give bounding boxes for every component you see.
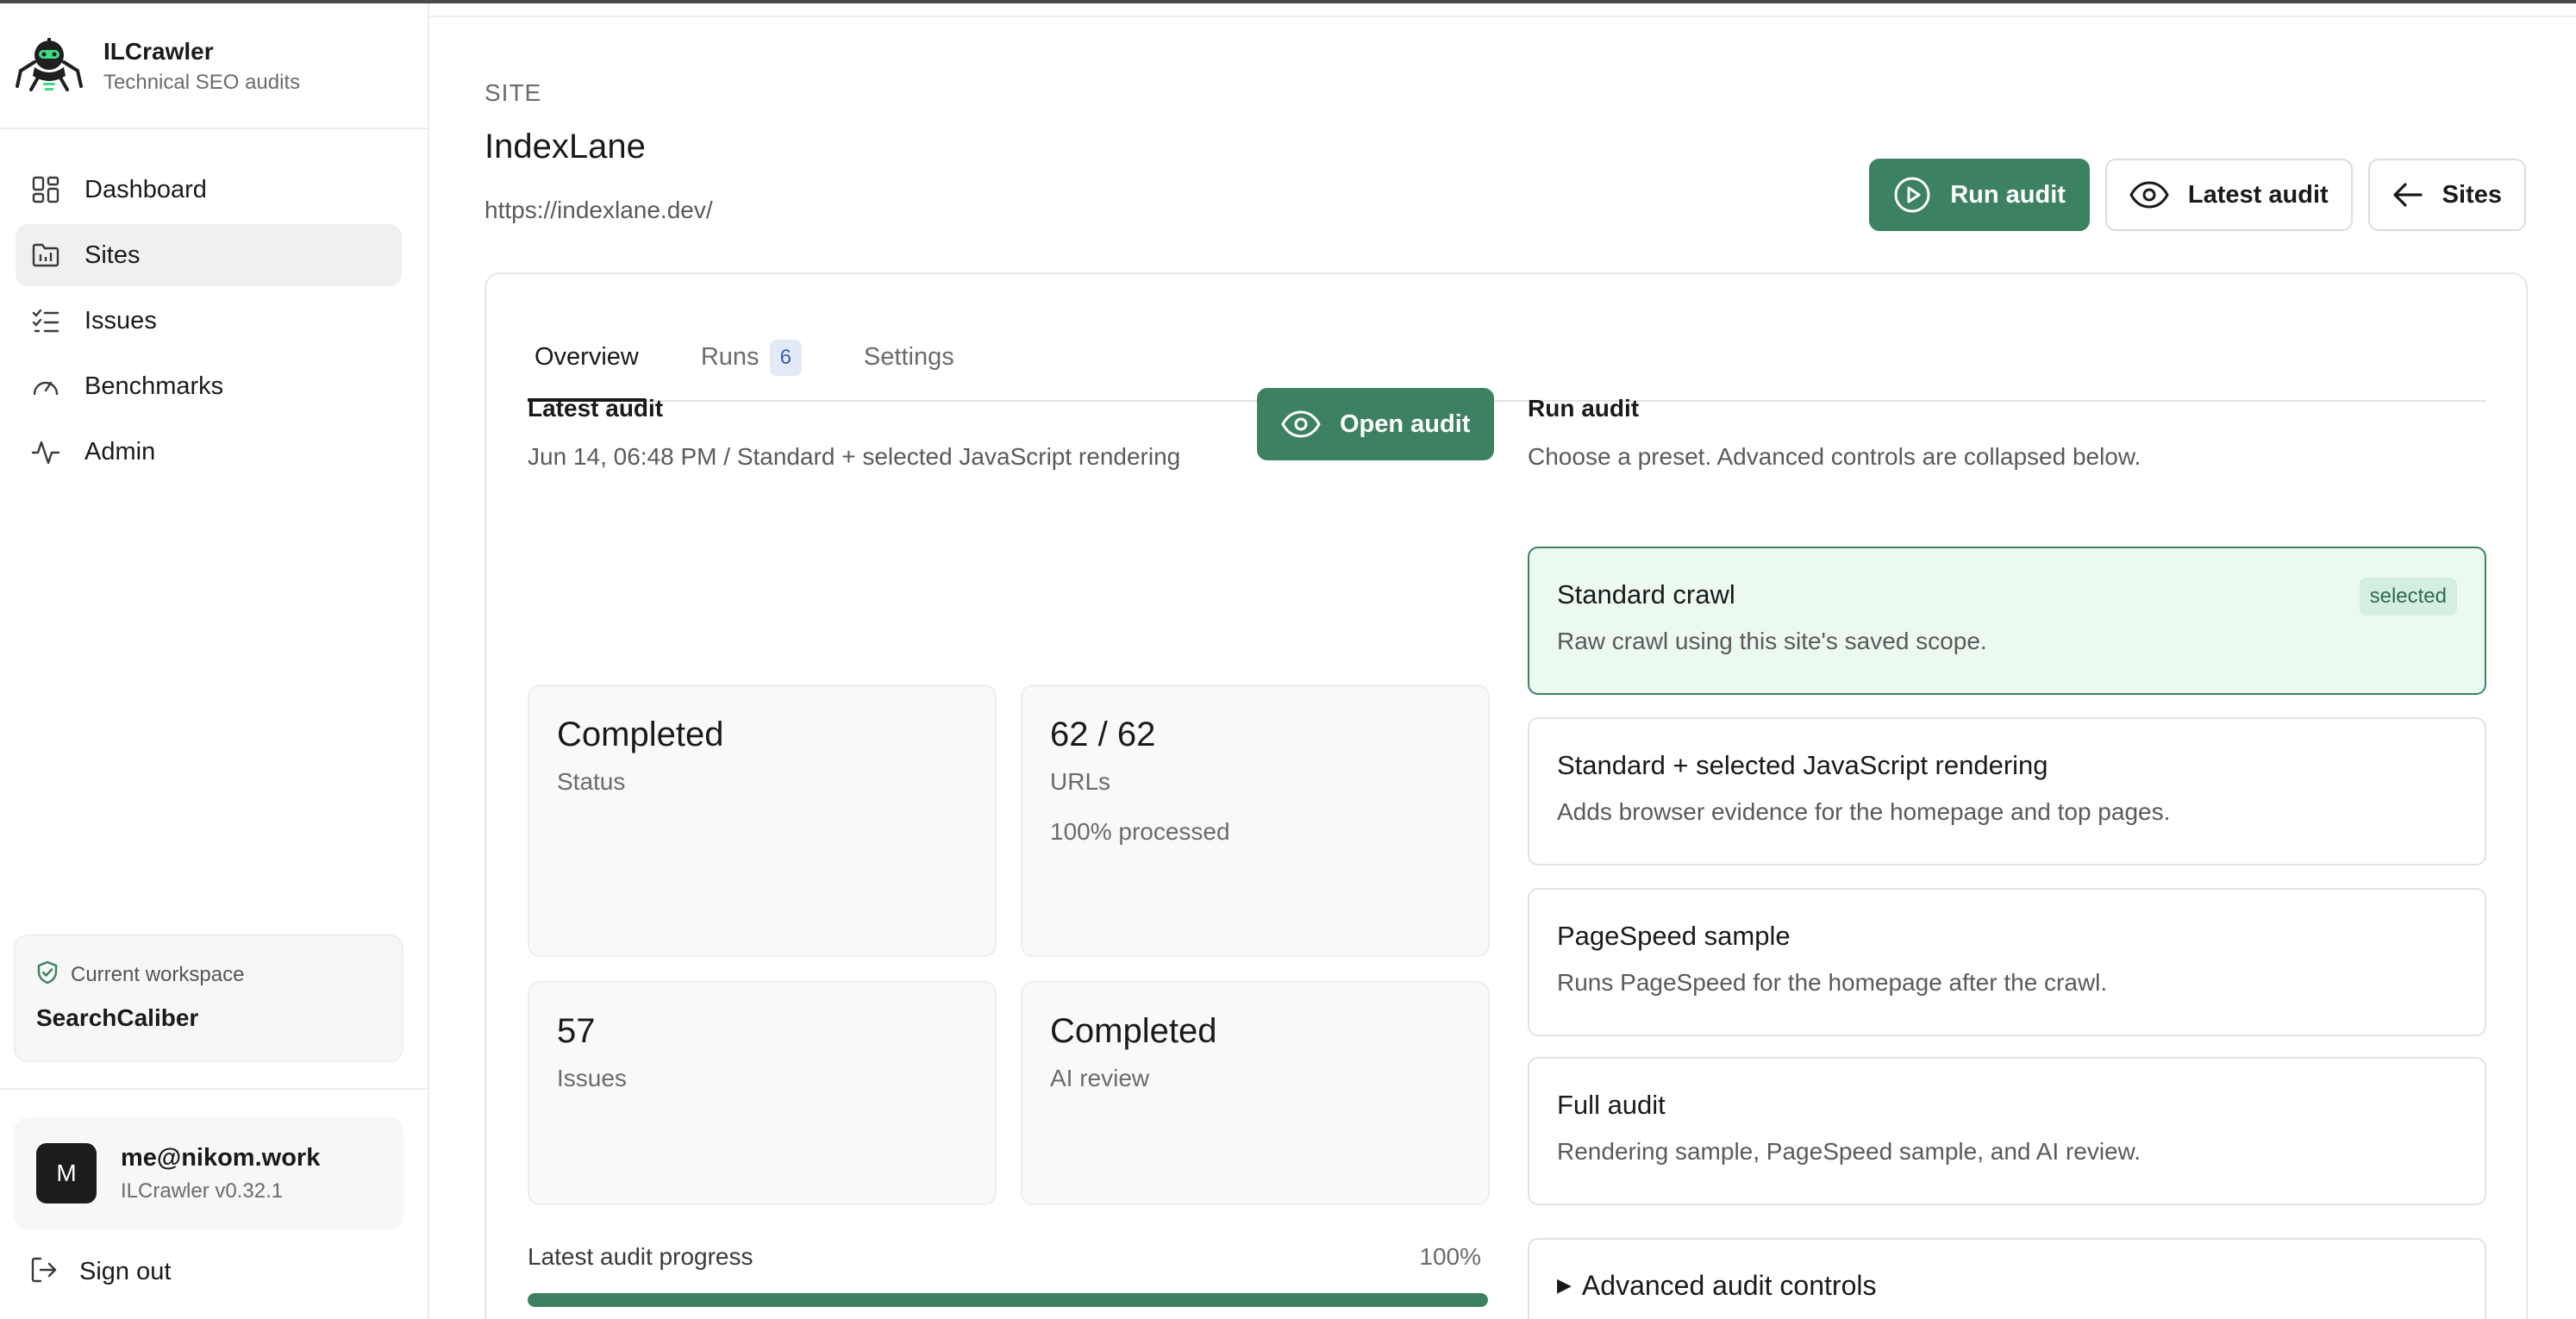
header-actions: Run audit Latest audit Sites [1869, 159, 2526, 231]
workspace-card[interactable]: Current workspace SearchCaliber [14, 935, 403, 1062]
preset-description: Raw crawl using this site's saved scope. [1557, 628, 1987, 654]
workspace-label: Current workspace [71, 962, 245, 986]
tab-label: Settings [863, 343, 954, 371]
tab-runs[interactable]: Runs 6 [694, 326, 809, 402]
tab-bar: Overview Runs 6 Settings [528, 326, 2486, 402]
dashboard-icon [29, 173, 62, 206]
preset-standard-crawl[interactable]: Standard crawl Raw crawl using this site… [1528, 547, 2486, 695]
arrow-left-icon [2392, 181, 2423, 209]
sidebar-divider [0, 1088, 429, 1090]
stat-label: URLs [1050, 768, 1111, 795]
site-panel: Overview Runs 6 Settings Latest audit Ju… [485, 272, 2528, 1319]
advanced-controls-label: Advanced audit controls [1581, 1269, 1877, 1301]
sidebar-item-issues[interactable]: Issues [16, 290, 402, 352]
play-circle-icon [1893, 176, 1931, 214]
app-version: ILCrawler v0.32.1 [121, 1178, 284, 1203]
selected-badge: selected [2359, 578, 2457, 616]
triangle-right-icon: ▶ [1557, 1274, 1572, 1296]
stat-value: 62 / 62 [1050, 716, 1156, 753]
progress-percent: 100% [1419, 1243, 1481, 1270]
progress-fill [528, 1293, 1488, 1307]
stat-subtext: 100% processed [1050, 818, 1230, 845]
sidebar-item-label: Issues [84, 306, 157, 334]
sidebar-nav: Dashboard Sites Issues Benchmarks Admin [16, 159, 402, 486]
preset-description: Adds browser evidence for the homepage a… [1557, 798, 2171, 825]
sidebar-item-label: Benchmarks [84, 372, 224, 400]
run-audit-subtitle: Choose a preset. Advanced controls are c… [1528, 443, 2141, 470]
sidebar-item-sites[interactable]: Sites [16, 224, 402, 286]
back-to-sites-button[interactable]: Sites [2367, 159, 2526, 231]
preset-description: Rendering sample, PageSpeed sample, and … [1557, 1138, 2141, 1165]
sign-out-icon [29, 1255, 59, 1289]
page-title: IndexLane [485, 128, 646, 166]
sidebar: ILCrawler Technical SEO audits Dashboard… [0, 3, 429, 1319]
tab-overview[interactable]: Overview [528, 326, 646, 402]
gauge-icon [29, 370, 62, 403]
preset-description: Runs PageSpeed for the homepage after th… [1557, 969, 2108, 996]
open-audit-label: Open audit [1340, 409, 1471, 438]
sign-out-label: Sign out [79, 1258, 172, 1285]
preset-name: Standard + selected JavaScript rendering [1557, 750, 2048, 780]
stat-card-urls: 62 / 62 URLs 100% processed [1021, 685, 1490, 957]
sidebar-item-dashboard[interactable]: Dashboard [16, 159, 402, 221]
preset-pagespeed-sample[interactable]: PageSpeed sample Runs PageSpeed for the … [1528, 888, 2486, 1036]
stat-value: 57 [557, 1012, 596, 1050]
stat-card-ai-review: Completed AI review [1021, 981, 1490, 1205]
main-header-border [429, 16, 2576, 17]
run-audit-label: Run audit [1950, 180, 2066, 209]
tab-settings[interactable]: Settings [857, 326, 961, 402]
site-url: https://indexlane.dev/ [485, 197, 713, 223]
progress-label: Latest audit progress [528, 1243, 753, 1270]
sign-out-button[interactable]: Sign out [29, 1255, 171, 1289]
sites-icon [29, 239, 62, 272]
progress-bar [528, 1293, 1488, 1307]
user-email: me@nikom.work [121, 1143, 321, 1172]
preset-name: Standard crawl [1557, 579, 1735, 609]
preset-full-audit[interactable]: Full audit Rendering sample, PageSpeed s… [1528, 1057, 2486, 1205]
sidebar-item-benchmarks[interactable]: Benchmarks [16, 355, 402, 417]
latest-audit-heading: Latest audit [528, 395, 664, 422]
sidebar-item-label: Dashboard [84, 175, 207, 203]
latest-audit-button[interactable]: Latest audit [2104, 159, 2353, 231]
preset-name: PageSpeed sample [1557, 921, 1791, 951]
preset-standard-js-rendering[interactable]: Standard + selected JavaScript rendering… [1528, 717, 2486, 866]
robot-logo-icon [16, 38, 83, 91]
stat-label: AI review [1050, 1065, 1150, 1091]
eye-icon [1281, 409, 1321, 439]
preset-name: Full audit [1557, 1090, 1666, 1120]
activity-icon [29, 435, 62, 468]
stat-label: Status [557, 768, 626, 795]
stat-label: Issues [557, 1065, 627, 1091]
app-name: ILCrawler [103, 38, 214, 65]
latest-audit-meta: Jun 14, 06:48 PM / Standard + selected J… [528, 443, 1181, 470]
run-audit-heading: Run audit [1528, 395, 1640, 422]
stat-value: Completed [1050, 1012, 1217, 1050]
eye-icon [2129, 180, 2169, 209]
sidebar-item-label: Sites [84, 241, 141, 269]
stat-value: Completed [557, 716, 724, 753]
issues-icon [29, 304, 62, 337]
sites-label: Sites [2442, 180, 2502, 209]
advanced-controls-toggle[interactable]: ▶ Advanced audit controls [1528, 1238, 2486, 1319]
brand[interactable]: ILCrawler Technical SEO audits [16, 36, 300, 97]
tab-label: Runs [700, 343, 760, 371]
page-eyebrow: SITE [485, 79, 542, 106]
sidebar-item-label: Admin [84, 437, 156, 466]
sidebar-divider [0, 128, 429, 129]
app-tagline: Technical SEO audits [103, 71, 301, 94]
workspace-name: SearchCaliber [36, 1004, 199, 1031]
tab-label: Overview [535, 343, 639, 371]
stat-card-status: Completed Status [528, 685, 997, 957]
stat-card-issues: 57 Issues [528, 981, 997, 1205]
shield-check-icon [36, 960, 59, 989]
latest-audit-label: Latest audit [2187, 180, 2329, 209]
open-audit-button[interactable]: Open audit [1257, 388, 1495, 460]
runs-count-badge: 6 [769, 340, 802, 376]
avatar: M [36, 1143, 97, 1203]
user-card[interactable]: M me@nikom.work ILCrawler v0.32.1 [14, 1117, 403, 1229]
run-audit-button[interactable]: Run audit [1869, 159, 2090, 231]
sidebar-item-admin[interactable]: Admin [16, 421, 402, 483]
